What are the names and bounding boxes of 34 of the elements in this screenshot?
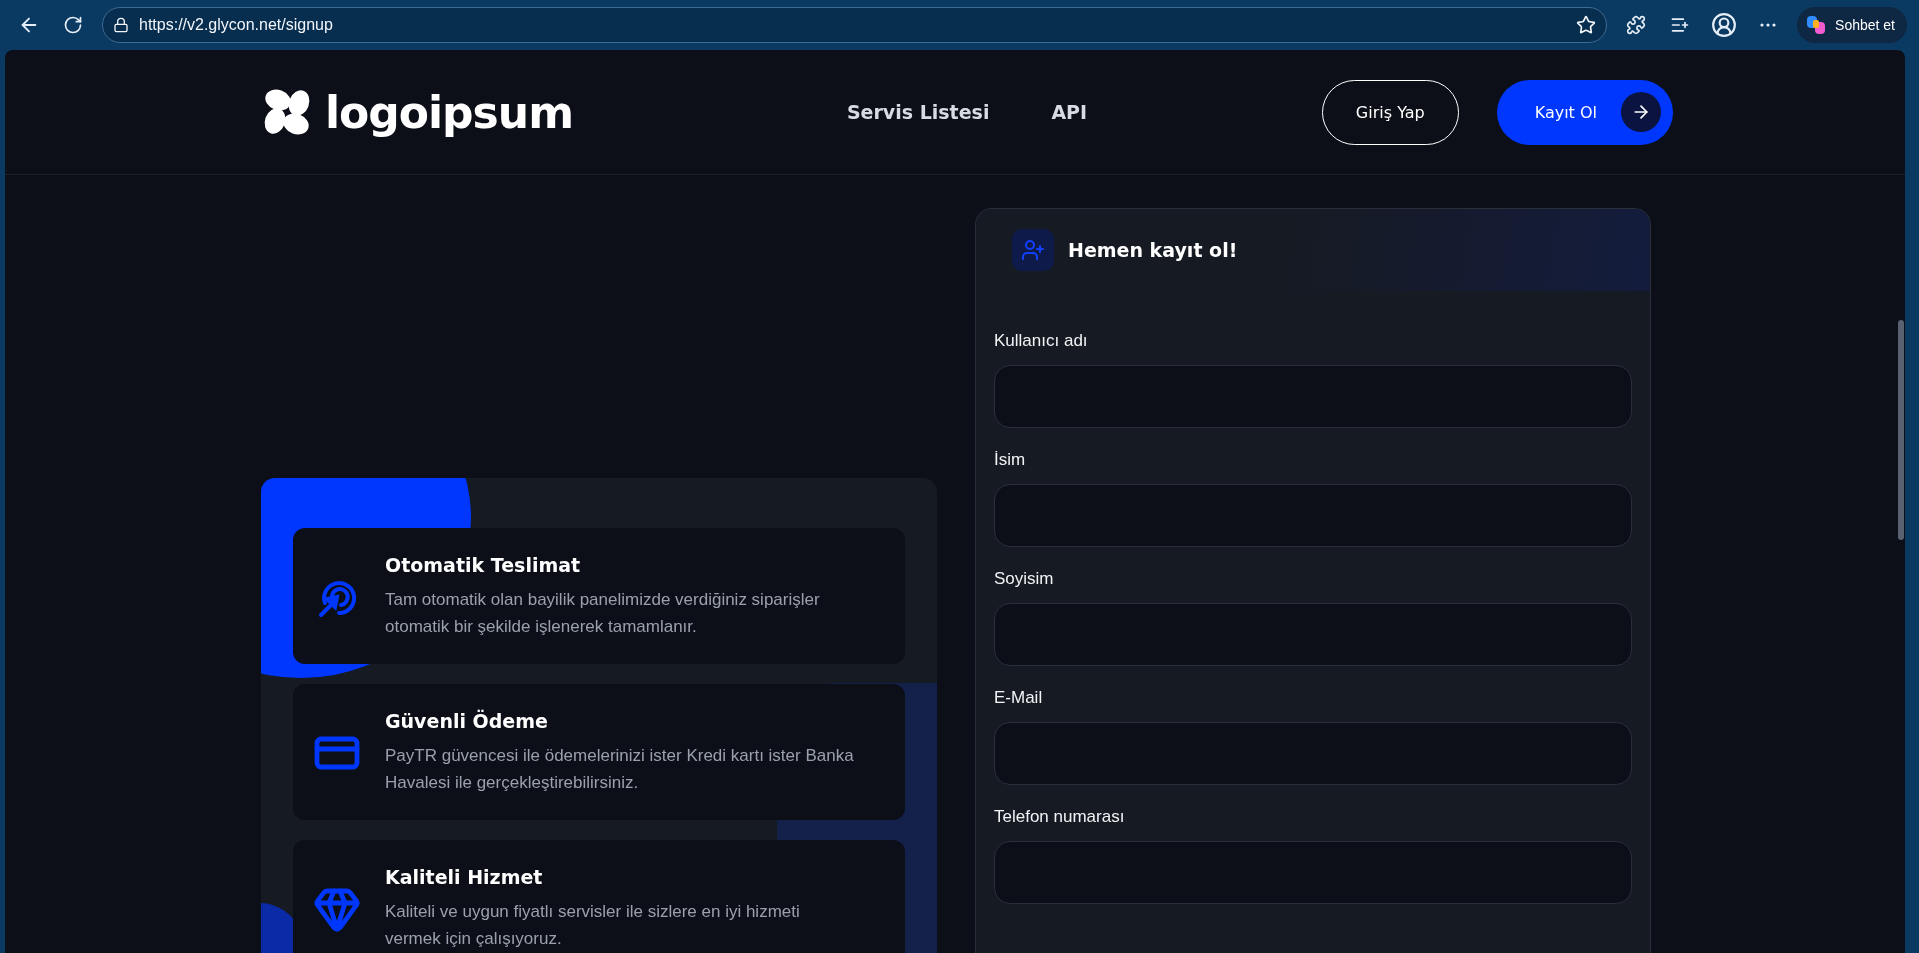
reload-icon: [63, 15, 83, 35]
lock-icon: [113, 17, 129, 33]
input-field[interactable]: [994, 365, 1632, 428]
copilot-button[interactable]: Sohbet et: [1797, 7, 1907, 43]
feature-description: PayTR güvencesi ile ödemelerinizi ister Kredi kartı ister Banka Havalesi ile gerçekleştirebilirsiniz.: [385, 745, 855, 794]
field-label: Telefon numarası: [994, 807, 1126, 827]
user-avatar-icon: [1711, 12, 1738, 38]
feature-title: Kaliteli Hizmet: [385, 866, 544, 888]
signup-button[interactable]: Kayıt Ol: [1496, 79, 1673, 145]
nav-link[interactable]: Servis Listesi: [846, 101, 990, 123]
user-plus-icon: [1012, 229, 1054, 271]
field-label: Soyisim: [994, 569, 1055, 589]
feature-description: Kaliteli ve uygun fiyatlı servisler ile sizlere en iyi hizmeti vermek için çalışıyoruz.: [385, 901, 801, 950]
address-bar[interactable]: https://v2.glycon.net/signup: [102, 7, 1608, 43]
copilot-logo-icon: [1805, 14, 1828, 36]
nav-link[interactable]: API: [1051, 101, 1088, 123]
field-label: E-Mail: [994, 688, 1044, 708]
input-field[interactable]: [994, 841, 1632, 904]
signup-title: Hemen kayıt ol!: [1068, 239, 1238, 261]
input-field[interactable]: [994, 484, 1632, 547]
scrollbar-thumb[interactable]: [1898, 320, 1904, 540]
feature-description: Tam otomatik olan bayilik panelimizde verdiğiniz siparişler otomatik bir şekilde işlenerek tamamlanır.: [385, 589, 821, 638]
field-label: Kullanıcı adı: [994, 331, 1089, 351]
input-field[interactable]: [994, 722, 1632, 785]
input-field[interactable]: [994, 603, 1632, 666]
logo-text: logoipsum: [325, 86, 573, 138]
feature-title: Otomatik Teslimat: [385, 554, 582, 576]
more-dots-icon: [1760, 23, 1777, 27]
favorite-star-icon[interactable]: [1576, 15, 1597, 35]
puzzle-icon: [1626, 15, 1647, 35]
feature-title: Güvenli Ödeme: [385, 710, 549, 732]
field-label: İsim: [994, 450, 1027, 470]
url-text: https://v2.glycon.net/signup: [139, 16, 334, 34]
list-plus-icon: [1670, 15, 1691, 35]
